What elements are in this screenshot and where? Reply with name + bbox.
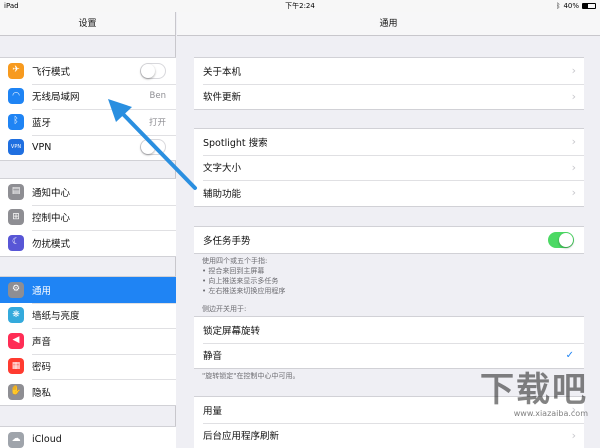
watermark: 下载吧 www.xiazaiba.com <box>480 362 588 418</box>
watermark-logo: 下载吧 <box>480 370 588 410</box>
